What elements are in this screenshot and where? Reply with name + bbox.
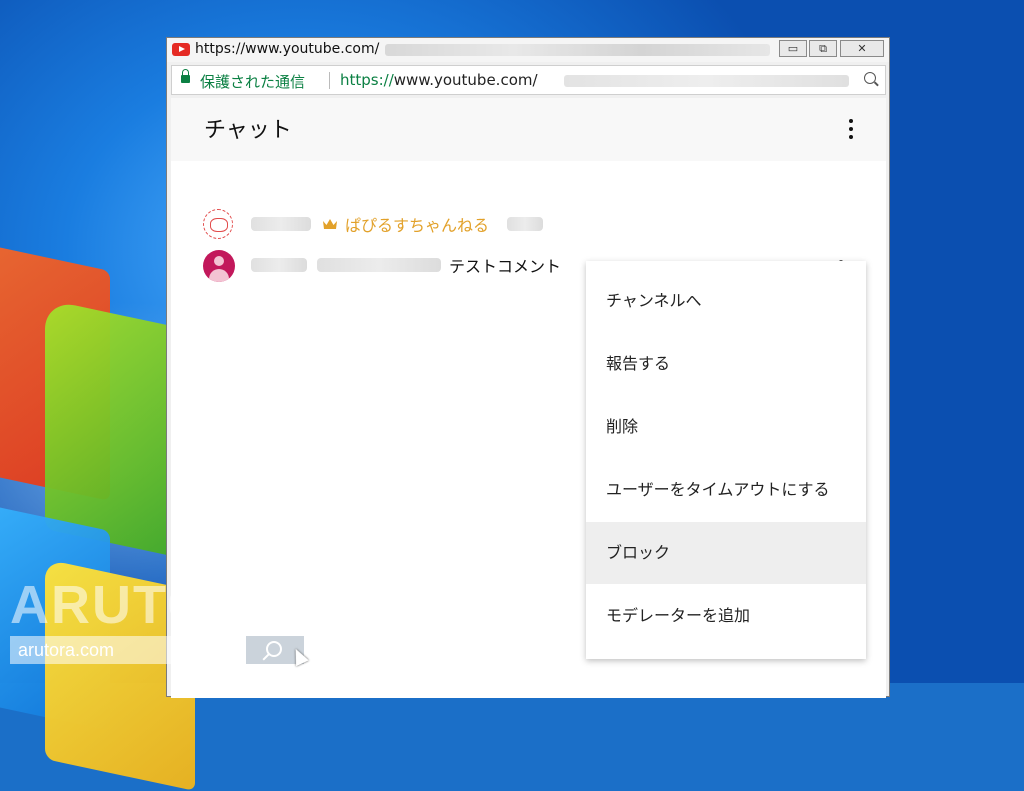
lock-icon[interactable] (181, 69, 190, 83)
message-text: テストコメント (449, 257, 562, 276)
address-bar[interactable]: 保護された通信 https://www.youtube.com/ (171, 65, 886, 95)
chat-header: チャット (171, 98, 886, 161)
url-protocol: https:// (340, 71, 394, 89)
minimize-button[interactable]: ▭ (779, 40, 807, 57)
zoom-icon[interactable] (864, 72, 876, 84)
window-title: https://www.youtube.com/ (195, 41, 380, 57)
message-context-menu: チャンネルへ 報告する 削除 ユーザーをタイムアウトにする ブロック モデレータ… (586, 261, 866, 659)
menu-item-report[interactable]: 報告する (586, 333, 866, 395)
watermark-search-box: arutora.com (10, 636, 306, 664)
avatar-body-shape (209, 269, 229, 282)
menu-item-block[interactable]: ブロック (586, 522, 866, 584)
url-redacted (564, 75, 849, 87)
message-redacted (507, 217, 543, 231)
url-text[interactable]: https://www.youtube.com/ (340, 71, 538, 89)
chat-message-owner[interactable]: ぱぴるすちゃんねる (171, 209, 886, 245)
watermark: ARUTORA arutora.com (10, 578, 306, 664)
menu-item-delete[interactable]: 削除 (586, 396, 866, 458)
title-redacted (385, 44, 770, 56)
menu-item-add-moderator[interactable]: モデレーターを追加 (586, 585, 866, 647)
author-name[interactable]: ぱぴるすちゃんねる (345, 212, 489, 236)
restore-button[interactable]: ⧉ (809, 40, 837, 57)
menu-item-go-to-channel[interactable]: チャンネルへ (586, 270, 866, 332)
close-button[interactable]: ✕ (840, 40, 884, 57)
timestamp-redacted (251, 258, 307, 272)
watermark-url: arutora.com (10, 636, 246, 664)
watermark-brand: ARUTORA (10, 575, 293, 635)
timestamp-redacted (251, 217, 311, 231)
secure-connection-label[interactable]: 保護された通信 (200, 71, 305, 92)
menu-item-timeout-user[interactable]: ユーザーをタイムアウトにする (586, 459, 866, 521)
avatar-head-shape (214, 256, 224, 266)
window-titlebar[interactable]: https://www.youtube.com/ ▭ ⧉ ✕ (167, 38, 889, 62)
avatar[interactable] (203, 250, 235, 282)
youtube-icon (172, 43, 190, 56)
chat-title: チャット (204, 118, 292, 143)
more-vert-icon[interactable] (849, 119, 853, 143)
author-name-redacted (317, 258, 441, 272)
address-separator (329, 72, 330, 89)
crown-icon (323, 219, 337, 229)
url-host: www.youtube.com/ (393, 71, 538, 89)
avatar[interactable] (203, 209, 233, 239)
